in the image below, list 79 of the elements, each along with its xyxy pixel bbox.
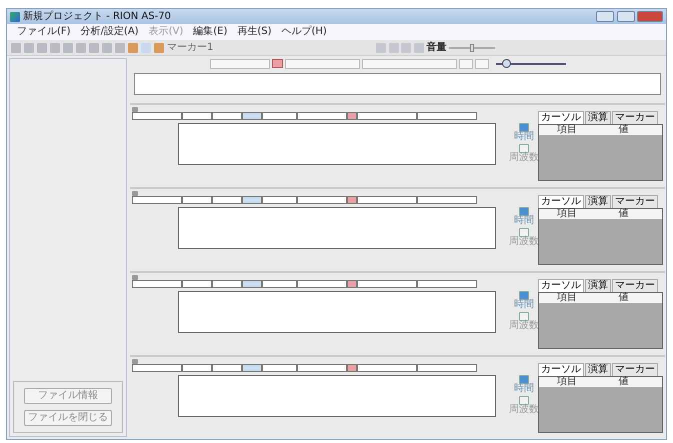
record-icon[interactable] [347, 280, 357, 288]
tab[interactable]: カーソル [538, 195, 584, 208]
maximize-button[interactable] [616, 11, 634, 22]
cell-field[interactable] [297, 364, 347, 372]
app-icon [10, 12, 20, 22]
time-field[interactable] [362, 58, 457, 68]
cell-field[interactable] [262, 280, 297, 288]
cell-field[interactable] [132, 196, 182, 204]
panel-icon [132, 275, 138, 280]
cell-field[interactable] [212, 364, 242, 372]
menu-item[interactable]: 分析/設定(A) [80, 27, 139, 37]
tab[interactable]: カーソル [538, 363, 584, 376]
column-header: 項目 [556, 209, 578, 219]
menu-item[interactable]: 編集(E) [193, 27, 228, 37]
menu-item[interactable]: ヘルプ(H) [282, 27, 327, 37]
record-icon[interactable] [347, 196, 357, 204]
cell-field[interactable] [132, 112, 182, 120]
tab[interactable]: マーカー [612, 279, 658, 292]
cell-field[interactable] [212, 196, 242, 204]
marker-field[interactable] [242, 112, 262, 120]
record-icon[interactable] [347, 112, 357, 120]
cell-field[interactable] [182, 364, 212, 372]
cell-field[interactable] [132, 280, 182, 288]
tab[interactable]: カーソル [538, 279, 584, 292]
column-header: 項目 [556, 125, 578, 135]
column-header: 値 [618, 125, 630, 135]
cell-field[interactable] [357, 112, 417, 120]
panel-icon [132, 107, 138, 112]
cell-field[interactable] [297, 112, 347, 120]
tab[interactable]: マーカー [612, 195, 658, 208]
cell-field[interactable] [182, 280, 212, 288]
marker-field[interactable] [242, 364, 262, 372]
panel-icon [132, 191, 138, 196]
cell-field[interactable] [182, 112, 212, 120]
column-header: 値 [618, 377, 630, 387]
menu-item[interactable]: ファイル(F) [17, 27, 71, 37]
next-button[interactable] [475, 58, 489, 68]
tab[interactable]: カーソル [538, 111, 584, 124]
cell-field[interactable] [357, 196, 417, 204]
minimize-button[interactable] [596, 11, 614, 22]
cell-field[interactable] [417, 112, 477, 120]
cell-field[interactable] [357, 364, 417, 372]
column-header: 項目 [556, 377, 578, 387]
cell-field[interactable] [212, 280, 242, 288]
slider-thumb[interactable] [502, 58, 512, 68]
cell-field[interactable] [417, 280, 477, 288]
marker-label: マーカー1 [167, 42, 214, 52]
tab[interactable]: 演算 [585, 111, 611, 124]
time-field[interactable] [285, 58, 360, 68]
column-header: 値 [618, 293, 630, 303]
cell-field[interactable] [212, 112, 242, 120]
cell-field[interactable] [417, 364, 477, 372]
previous-button[interactable] [459, 58, 473, 68]
record-icon[interactable] [272, 59, 283, 68]
volume-label: 音量 [426, 42, 446, 52]
cell-field[interactable] [132, 364, 182, 372]
cell-field[interactable] [262, 196, 297, 204]
cell-field[interactable] [417, 196, 477, 204]
tab[interactable]: 演算 [585, 195, 611, 208]
column-header: 項目 [556, 293, 578, 303]
panel-icon [132, 359, 138, 364]
cell-field[interactable] [262, 112, 297, 120]
dropdown-field[interactable] [210, 58, 270, 68]
cell-field[interactable] [262, 364, 297, 372]
tab[interactable]: マーカー [612, 111, 658, 124]
slider-thumb[interactable] [470, 44, 474, 52]
menu-item[interactable]: 再生(S) [237, 27, 272, 37]
marker-field[interactable] [242, 196, 262, 204]
cell-field[interactable] [297, 280, 347, 288]
cell-field[interactable] [297, 196, 347, 204]
window-title: 新規プロジェクト - RION AS-70 [23, 12, 171, 22]
tab[interactable]: 演算 [585, 279, 611, 292]
marker-field[interactable] [242, 280, 262, 288]
cell-field[interactable] [182, 196, 212, 204]
tab[interactable]: マーカー [612, 363, 658, 376]
record-icon[interactable] [347, 364, 357, 372]
tab[interactable]: 演算 [585, 363, 611, 376]
column-header: 値 [618, 209, 630, 219]
cell-field[interactable] [357, 280, 417, 288]
